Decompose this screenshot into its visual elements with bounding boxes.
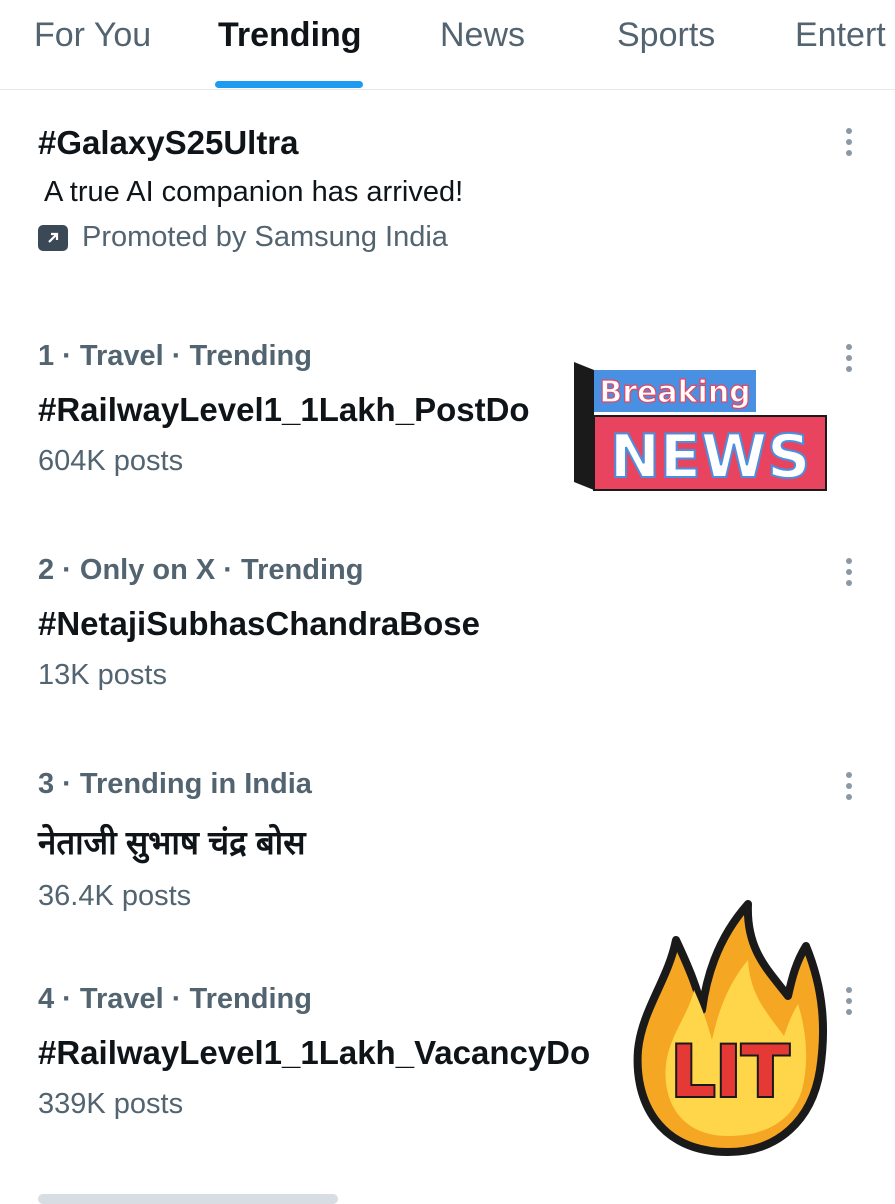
trend-post-count: 13K posts [38,659,167,691]
promoted-by-row: Promoted by Samsung India [38,221,895,254]
tab-for-you[interactable]: For You [34,16,151,55]
trend-title: #NetajiSubhasChandraBose [38,605,480,642]
active-tab-indicator [215,81,363,88]
top-tab-bar: For You Trending News Sports Entert [0,0,895,90]
news-label: NEWS [610,422,811,492]
trend-item[interactable]: 3 · Trending in India नेताजी सुभाष चंद्र… [38,768,895,913]
tab-trending[interactable]: Trending [218,16,362,55]
trend-meta: 3 · Trending in India [38,768,312,800]
lit-flame-sticker: LIT [628,900,828,1160]
tab-news[interactable]: News [440,16,525,55]
promoted-arrow-icon [38,224,68,251]
breaking-news-sticker: Breaking NEWS [572,360,828,494]
tab-entertainment[interactable]: Entert [795,16,886,55]
more-vertical-icon[interactable] [837,126,861,160]
more-vertical-icon[interactable] [837,985,861,1019]
promoted-trend-description: A true AI companion has arrived! [44,176,464,208]
next-trend-peek [38,1190,558,1204]
breaking-label: Breaking [599,375,750,410]
lit-label: LIT [671,1031,790,1113]
trend-title: नेताजी सुभाष चंद्र बोस [38,824,306,861]
promoted-trend[interactable]: #GalaxyS25Ultra A true AI companion has … [38,124,895,254]
trend-meta: 2 · Only on X · Trending [38,554,364,586]
tab-sports[interactable]: Sports [617,16,715,55]
more-vertical-icon[interactable] [837,342,861,376]
more-vertical-icon[interactable] [837,556,861,590]
more-vertical-icon[interactable] [837,770,861,804]
promoted-by-label: Promoted by Samsung India [82,221,448,253]
trend-item[interactable]: 2 · Only on X · Trending #NetajiSubhasCh… [38,554,895,692]
promoted-trend-title: #GalaxyS25Ultra [38,124,299,161]
